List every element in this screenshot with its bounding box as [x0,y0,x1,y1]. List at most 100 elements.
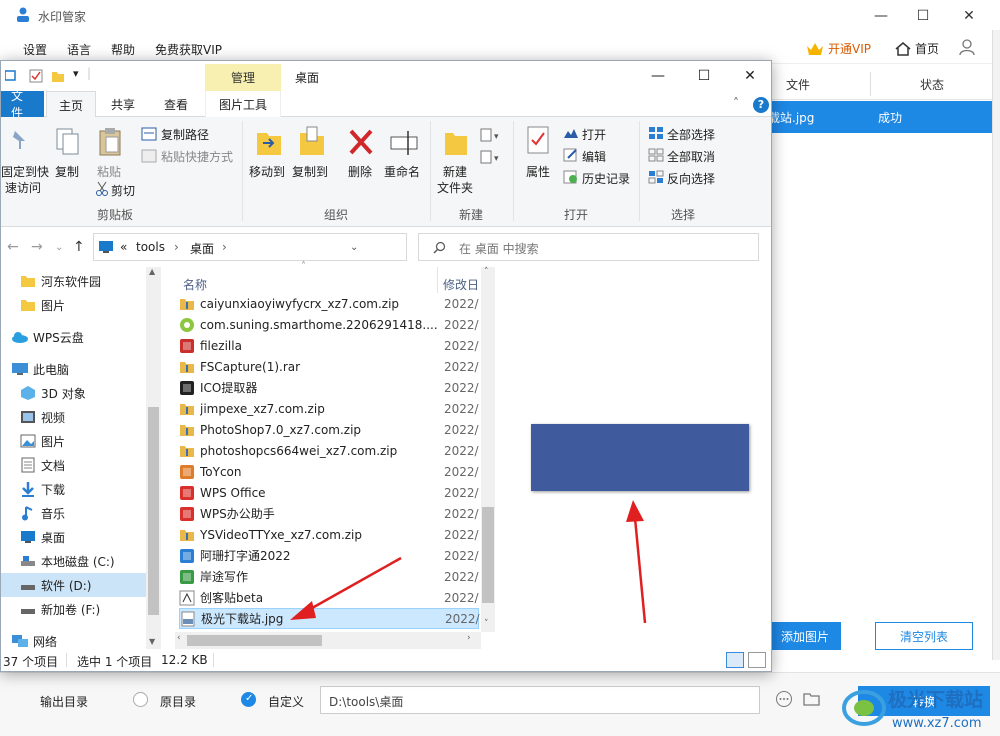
properties-button[interactable]: 属性 [526,163,550,180]
output-path-input[interactable]: D:\tools\桌面 [320,686,760,714]
recent-dropdown-icon[interactable]: ⌄ [55,242,63,253]
file-row[interactable]: WPS办公助手 2022/ [179,503,479,524]
file-row[interactable]: com.suning.smarthome.2206291418.... 2022/ [179,314,479,335]
rename-button[interactable]: 重命名 [384,163,420,180]
date-column-header[interactable]: 修改日 [443,276,479,293]
edit-button[interactable]: 编辑 [582,148,606,165]
nav-item-drive-d[interactable]: 软件 (D:) [1,573,146,597]
invert-selection-button[interactable]: 反向选择 [667,170,715,187]
history-button[interactable]: 历史记录 [582,170,630,187]
tab-home[interactable]: 主页 [46,91,96,118]
vip-button[interactable]: 开通VIP [806,40,871,57]
nav-pane-scrollbar[interactable]: ▲ ▼ [146,267,161,649]
back-arrow-icon[interactable]: ← [7,239,19,255]
manage-context-tab[interactable]: 管理 [205,64,281,91]
app-maximize-button[interactable]: ☐ [900,0,946,32]
search-input[interactable]: 在 桌面 中搜索 [418,233,759,261]
nav-item-drive-f[interactable]: 新加卷 (F:) [1,597,146,621]
file-row[interactable]: PhotoShop7.0_xz7.com.zip 2022/ [179,419,479,440]
help-icon[interactable]: ? [753,97,769,113]
nav-scroll-thumb[interactable] [148,407,159,615]
file-list-vscroll-thumb[interactable] [482,507,494,603]
pin-quick-access-l2[interactable]: 速访问 [5,179,41,196]
column-divider[interactable] [437,267,438,293]
scroll-left-icon[interactable]: ‹ [177,633,181,643]
file-row[interactable]: 创客贴beta 2022/ [179,587,479,608]
file-row[interactable]: 极光下载站.jpg 2022/ [179,608,480,629]
nav-item-downloads[interactable]: 下载 [1,477,146,501]
paste-shortcut-button[interactable]: 粘贴快捷方式 [161,148,233,165]
scroll-up-icon[interactable]: ˄ [484,267,489,277]
scroll-up-icon[interactable]: ▲ [149,267,155,276]
address-bar[interactable]: « tools › 桌面 › ⌄ ↻ [93,233,488,261]
copy-button[interactable]: 复制 [55,163,79,180]
home-button[interactable]: 首页 [895,40,939,57]
explorer-close-button[interactable]: ✕ [727,61,773,91]
explorer-minimize-button[interactable]: — [635,61,681,91]
file-row[interactable]: ToYcon 2022/ [179,461,479,482]
menu-free-vip[interactable]: 免费获取VIP [155,41,222,58]
menu-help[interactable]: 帮助 [111,41,135,58]
tab-picture-tools[interactable]: 图片工具 [205,91,281,117]
file-row[interactable]: caiyunxiaoyiwyfycrx_xz7.com.zip 2022/ [179,293,479,314]
open-folder-icon[interactable] [803,690,821,708]
pin-quick-access-l1[interactable]: 固定到快 [1,163,49,180]
file-list-hscrollbar[interactable]: ‹ › [175,632,481,649]
tab-share[interactable]: 共享 [101,91,145,117]
large-icons-view-icon[interactable] [748,652,766,668]
nav-item-3d-objects[interactable]: 3D 对象 [1,381,146,405]
nav-item-desktop[interactable]: 桌面 [1,525,146,549]
file-row[interactable]: jimpexe_xz7.com.zip 2022/ [179,398,479,419]
new-folder-l1[interactable]: 新建 [443,163,467,180]
nav-item-hedong[interactable]: 河东软件园 [1,269,146,293]
more-options-icon[interactable] [775,690,793,708]
file-row[interactable]: filezilla 2022/ [179,335,479,356]
file-row[interactable]: WPS Office 2022/ [179,482,479,503]
new-folder-l2[interactable]: 文件夹 [437,179,473,196]
select-none-button[interactable]: 全部取消 [667,148,715,165]
select-all-button[interactable]: 全部选择 [667,126,715,143]
app-minimize-button[interactable]: — [858,0,904,32]
crumb-separator-icon[interactable]: › [222,240,227,254]
file-row[interactable]: ICO提取器 2022/ [179,377,479,398]
cut-button[interactable]: 剪切 [111,182,135,199]
radio-original-dir[interactable] [133,692,148,707]
nav-item-music[interactable]: 音乐 [1,501,146,525]
file-list-vscrollbar[interactable]: ˄ ˅ [481,267,495,632]
app-close-button[interactable]: ✕ [946,0,992,32]
file-row[interactable]: YSVideoTTYxe_xz7.com.zip 2022/ [179,524,479,545]
tab-file[interactable]: 文件 [1,89,44,120]
nav-item-videos[interactable]: 视频 [1,405,146,429]
menu-language[interactable]: 语言 [67,41,91,58]
address-overflow-chevron[interactable]: « [120,240,127,254]
nav-item-drive-c[interactable]: 本地磁盘 (C:) [1,549,146,573]
scroll-right-icon[interactable]: › [467,633,471,643]
forward-arrow-icon[interactable]: → [31,239,43,255]
scroll-down-icon[interactable]: ▼ [149,637,155,646]
paste-button[interactable]: 粘贴 [97,163,121,180]
address-crumb-tools[interactable]: tools [136,240,165,254]
file-list-hscroll-thumb[interactable] [187,635,322,646]
clear-list-button[interactable]: 清空列表 [875,622,973,650]
tab-view[interactable]: 查看 [153,91,199,117]
nav-item-documents[interactable]: 文档 [1,453,146,477]
nav-item-pictures-fav[interactable]: 图片 [1,293,146,317]
easy-access-icon[interactable]: ▾ [480,149,502,165]
ribbon-collapse-icon[interactable]: ˄ [733,96,739,110]
menu-settings[interactable]: 设置 [23,41,47,58]
file-row[interactable]: 阿珊打字通2022 2022/ [179,545,479,566]
new-folder-quick-icon[interactable] [51,69,65,83]
crumb-separator-icon[interactable]: › [174,240,179,254]
table-row[interactable]: 载站.jpg 成功 [760,101,1000,133]
address-dropdown-icon[interactable]: ⌄ [350,242,358,253]
file-row[interactable]: photoshopcs664wei_xz7.com.zip 2022/ [179,440,479,461]
details-view-icon[interactable] [726,652,744,668]
open-button[interactable]: 打开 [582,126,606,143]
new-item-icon[interactable]: ▾ [480,127,502,143]
nav-item-wps-cloud[interactable]: WPS云盘 [1,325,146,349]
scroll-down-icon[interactable]: ˅ [484,619,489,629]
up-arrow-icon[interactable]: ↑ [73,239,85,255]
move-to-button[interactable]: 移动到 [249,163,285,180]
nav-item-pictures[interactable]: 图片 [1,429,146,453]
nav-item-this-pc[interactable]: 此电脑 [1,357,146,381]
